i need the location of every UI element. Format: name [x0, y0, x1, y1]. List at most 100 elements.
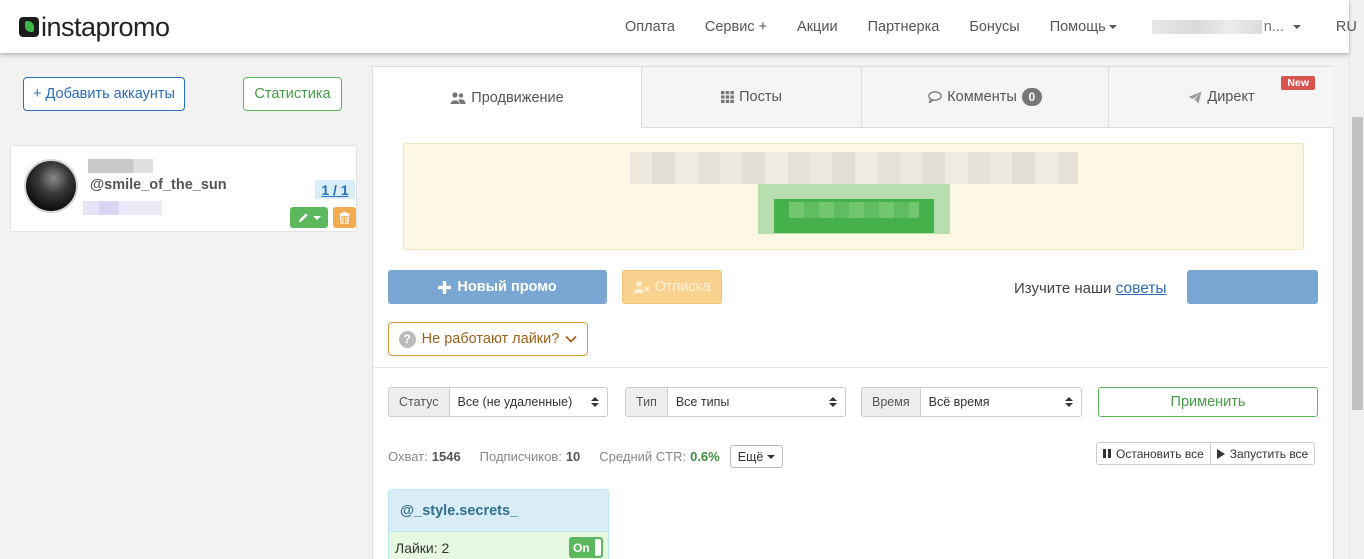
- tabs-bar: Продвижение Посты Комменты 0 Директ New: [373, 67, 1334, 128]
- account-name-redacted: [88, 159, 153, 173]
- type-select-value: Все типы: [675, 395, 730, 409]
- more-label: Ещё: [737, 449, 764, 464]
- tips-link[interactable]: советы: [1116, 280, 1167, 297]
- bulk-actions-group: Остановить все Запустить все: [1096, 442, 1316, 465]
- start-all-label: Запустить все: [1229, 446, 1309, 461]
- paper-plane-icon: [1188, 91, 1202, 103]
- caret-down-icon: [312, 215, 321, 220]
- ctr-value: 0.6%: [690, 449, 720, 464]
- banner-button-text-redacted: [789, 202, 919, 218]
- nav-help-label: Помощь: [1049, 18, 1106, 35]
- comment-icon: [928, 91, 943, 103]
- nav-item-service[interactable]: Сервис +: [690, 19, 782, 35]
- tips-prefix: Изучите наши: [1014, 280, 1112, 297]
- promo-banner: [403, 143, 1304, 250]
- add-accounts-button[interactable]: + Добавить аккаунты: [23, 77, 185, 111]
- nav-user-menu[interactable]: n...: [1132, 19, 1316, 35]
- statistics-button[interactable]: Статистика: [243, 77, 342, 111]
- blank-action-button[interactable]: [1187, 270, 1318, 304]
- tab-posts-label: Посты: [739, 89, 782, 105]
- main-panel: Продвижение Посты Комменты 0 Директ New …: [372, 66, 1334, 559]
- trash-icon: [339, 211, 350, 224]
- tab-direct[interactable]: Директ New: [1108, 67, 1334, 128]
- account-count-link[interactable]: 1 / 1: [315, 180, 355, 199]
- unsubscribe-button[interactable]: Отписка: [622, 270, 722, 304]
- caret-down-icon: [767, 454, 776, 459]
- nav-item-partners[interactable]: Партнерка: [853, 19, 955, 35]
- nav-item-payment[interactable]: Оплата: [610, 19, 690, 35]
- stats-summary: Охват: 1546 Подписчиков: 10 Средний CTR:…: [388, 445, 784, 468]
- scrollbar-thumb[interactable]: [1352, 117, 1363, 410]
- select-arrows-icon: [591, 397, 599, 407]
- comments-count-badge: 0: [1021, 88, 1042, 106]
- status-select-value: Все (не удаленные): [457, 395, 573, 409]
- plus-icon: [438, 280, 452, 294]
- new-promo-button[interactable]: Новый промо: [388, 270, 607, 304]
- new-promo-label: Новый промо: [457, 279, 557, 295]
- nav-menu: Оплата Сервис + Акции Партнерка Бонусы П…: [610, 0, 1364, 53]
- more-dropdown-button[interactable]: Ещё: [729, 445, 784, 468]
- nav-item-help[interactable]: Помощь: [1035, 19, 1132, 35]
- promo-card[interactable]: @_style.secrets_ Лайки: 2 On: [388, 489, 609, 559]
- time-select-value: Всё время: [928, 395, 990, 409]
- promo-card-body: Лайки: 2 On: [389, 532, 608, 559]
- select-arrows-icon: [1065, 397, 1073, 407]
- question-icon: ?: [398, 330, 416, 348]
- likes-help-label: Не работают лайки?: [421, 331, 560, 347]
- tab-promotion[interactable]: Продвижение: [373, 67, 641, 128]
- avatar: [24, 159, 78, 213]
- account-card[interactable]: @smile_of_the_sun 1 / 1: [10, 145, 357, 232]
- promo-toggle[interactable]: On: [569, 537, 603, 558]
- caret-down-icon: [1292, 24, 1301, 29]
- tab-comments-label: Комменты: [947, 89, 1017, 105]
- divider: [373, 367, 1328, 368]
- pencil-icon: [298, 213, 308, 223]
- tips-text: Изучите наши советы: [1014, 280, 1167, 298]
- user-email-suffix: n...: [1263, 18, 1284, 35]
- subscribers-value: 10: [565, 449, 581, 464]
- likes-count: Лайки: 2: [395, 540, 450, 556]
- brand-name: instapromo: [41, 12, 170, 42]
- language-label: RU: [1335, 18, 1357, 35]
- apply-filters-button[interactable]: Применить: [1098, 387, 1318, 417]
- logo-icon: [19, 17, 39, 37]
- subscribers-label: Подписчиков:: [479, 449, 562, 464]
- type-filter-label: Тип: [626, 388, 668, 416]
- status-select[interactable]: Все (не удаленные): [450, 388, 607, 416]
- account-info-redacted: [83, 201, 162, 215]
- brand-logo[interactable]: instapromo: [19, 13, 170, 41]
- users-icon: [450, 91, 466, 104]
- type-filter[interactable]: Тип Все типы: [625, 387, 846, 417]
- stop-all-button[interactable]: Остановить все: [1097, 443, 1211, 464]
- account-handle: @smile_of_the_sun: [90, 177, 227, 193]
- nav-item-bonuses[interactable]: Бонусы: [954, 19, 1034, 35]
- reach-value: 1546: [431, 449, 461, 464]
- time-filter[interactable]: Время Всё время: [861, 387, 1082, 417]
- select-arrows-icon: [829, 397, 837, 407]
- time-filter-label: Время: [862, 388, 921, 416]
- language-selector[interactable]: RU: [1316, 19, 1364, 35]
- status-filter[interactable]: Статус Все (не удаленные): [388, 387, 608, 417]
- caret-down-icon: [1108, 24, 1117, 29]
- grid-icon: [721, 91, 734, 103]
- promo-card-handle[interactable]: @_style.secrets_: [389, 490, 608, 532]
- top-navbar: instapromo Оплата Сервис + Акции Партнер…: [0, 0, 1364, 53]
- unsubscribe-label: Отписка: [654, 279, 711, 295]
- user-email-redacted: [1151, 19, 1262, 34]
- type-select[interactable]: Все типы: [668, 388, 845, 416]
- tab-posts[interactable]: Посты: [641, 67, 861, 128]
- chevron-down-icon: [565, 335, 577, 343]
- likes-help-button[interactable]: ? Не работают лайки?: [388, 322, 588, 356]
- start-all-button[interactable]: Запустить все: [1210, 443, 1315, 464]
- delete-account-button[interactable]: [333, 207, 356, 228]
- edit-account-dropdown[interactable]: [290, 207, 328, 228]
- play-icon: [1216, 448, 1225, 459]
- page-scrollbar[interactable]: [1349, 0, 1364, 559]
- status-filter-label: Статус: [389, 388, 450, 416]
- nav-item-promotions[interactable]: Акции: [782, 19, 853, 35]
- reach-label: Охват:: [388, 449, 428, 464]
- tab-direct-label: Директ: [1207, 89, 1255, 105]
- time-select[interactable]: Всё время: [921, 388, 1081, 416]
- stop-all-label: Остановить все: [1116, 446, 1204, 461]
- tab-comments[interactable]: Комменты 0: [861, 67, 1108, 128]
